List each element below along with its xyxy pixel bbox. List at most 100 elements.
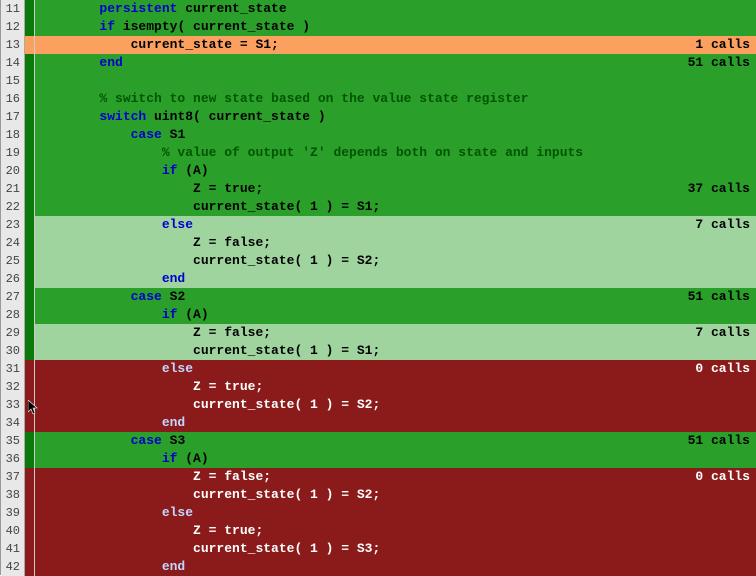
code-line[interactable]: 15 [1,72,756,90]
coverage-marker [25,234,35,252]
code-content[interactable]: else0 calls [35,360,756,378]
code-content[interactable]: case S351 calls [35,432,756,450]
code-content[interactable]: persistent current_state [35,0,756,18]
code-content[interactable]: end [35,558,756,576]
line-number: 30 [1,342,25,360]
coverage-marker [25,360,35,378]
code-line[interactable]: 27 case S251 calls [1,288,756,306]
coverage-marker [25,90,35,108]
call-count: 7 calls [687,216,750,234]
line-number: 42 [1,558,25,576]
code-text: end [37,414,185,432]
code-content[interactable]: % value of output 'Z' depends both on st… [35,144,756,162]
code-line[interactable]: 37 Z = false;0 calls [1,468,756,486]
code-content[interactable] [35,72,756,90]
code-text: if (A) [37,306,209,324]
code-content[interactable]: Z = true; [35,378,756,396]
code-text: if isempty( current_state ) [37,18,310,36]
code-line[interactable]: 23 else7 calls [1,216,756,234]
code-line[interactable]: 11 persistent current_state [1,0,756,18]
code-line[interactable]: 40 Z = true; [1,522,756,540]
coverage-marker [25,414,35,432]
line-number: 13 [1,36,25,54]
code-content[interactable]: Z = true;37 calls [35,180,756,198]
code-line[interactable]: 36 if (A) [1,450,756,468]
line-number: 28 [1,306,25,324]
code-content[interactable]: current_state( 1 ) = S2; [35,252,756,270]
code-line[interactable]: 39 else [1,504,756,522]
code-content[interactable]: else [35,504,756,522]
coverage-marker [25,72,35,90]
code-content[interactable]: if (A) [35,306,756,324]
code-content[interactable]: case S1 [35,126,756,144]
code-line[interactable]: 29 Z = false;7 calls [1,324,756,342]
coverage-marker [25,252,35,270]
coverage-marker [25,306,35,324]
code-line[interactable]: 35 case S351 calls [1,432,756,450]
code-editor[interactable]: 11 persistent current_state12 if isempty… [0,0,756,575]
line-number: 41 [1,540,25,558]
code-line[interactable]: 17 switch uint8( current_state ) [1,108,756,126]
code-text: current_state( 1 ) = S3; [37,540,380,558]
code-content[interactable]: % switch to new state based on the value… [35,90,756,108]
code-content[interactable]: if isempty( current_state ) [35,18,756,36]
code-line[interactable]: 19 % value of output 'Z' depends both on… [1,144,756,162]
code-content[interactable]: Z = false;0 calls [35,468,756,486]
line-number: 11 [1,0,25,18]
code-content[interactable]: current_state( 1 ) = S1; [35,198,756,216]
line-number: 35 [1,432,25,450]
code-content[interactable]: Z = false; [35,234,756,252]
line-number: 23 [1,216,25,234]
code-content[interactable]: switch uint8( current_state ) [35,108,756,126]
code-content[interactable]: case S251 calls [35,288,756,306]
line-number: 40 [1,522,25,540]
code-line[interactable]: 38 current_state( 1 ) = S2; [1,486,756,504]
code-line[interactable]: 14 end51 calls [1,54,756,72]
code-line[interactable]: 34 end [1,414,756,432]
coverage-marker [25,522,35,540]
code-content[interactable]: end [35,414,756,432]
code-line[interactable]: 33 current_state( 1 ) = S2; [1,396,756,414]
code-text: case S2 [37,288,185,306]
code-line[interactable]: 26 end [1,270,756,288]
code-line[interactable]: 32 Z = true; [1,378,756,396]
code-content[interactable]: Z = false;7 calls [35,324,756,342]
code-content[interactable]: else7 calls [35,216,756,234]
code-line[interactable]: 12 if isempty( current_state ) [1,18,756,36]
line-number: 22 [1,198,25,216]
code-content[interactable]: current_state( 1 ) = S3; [35,540,756,558]
code-content[interactable]: current_state( 1 ) = S1; [35,342,756,360]
code-content[interactable]: Z = true; [35,522,756,540]
code-content[interactable]: if (A) [35,162,756,180]
code-line[interactable]: 20 if (A) [1,162,756,180]
code-line[interactable]: 18 case S1 [1,126,756,144]
line-number: 39 [1,504,25,522]
line-number: 31 [1,360,25,378]
code-text: current_state( 1 ) = S2; [37,486,380,504]
code-line[interactable]: 21 Z = true;37 calls [1,180,756,198]
code-line[interactable]: 41 current_state( 1 ) = S3; [1,540,756,558]
code-line[interactable]: 42 end [1,558,756,576]
code-content[interactable]: current_state = S1;1 calls [35,36,756,54]
line-number: 12 [1,18,25,36]
code-text: current_state( 1 ) = S2; [37,396,380,414]
coverage-marker [25,432,35,450]
code-content[interactable]: current_state( 1 ) = S2; [35,486,756,504]
code-line[interactable]: 30 current_state( 1 ) = S1; [1,342,756,360]
code-text: else [37,360,193,378]
code-line[interactable]: 24 Z = false; [1,234,756,252]
code-text: Z = true; [37,522,263,540]
code-content[interactable]: current_state( 1 ) = S2; [35,396,756,414]
code-content[interactable]: if (A) [35,450,756,468]
code-line[interactable]: 13 current_state = S1;1 calls [1,36,756,54]
line-number: 21 [1,180,25,198]
code-line[interactable]: 25 current_state( 1 ) = S2; [1,252,756,270]
code-line[interactable]: 22 current_state( 1 ) = S1; [1,198,756,216]
coverage-marker [25,396,35,414]
code-line[interactable]: 31 else0 calls [1,360,756,378]
code-line[interactable]: 16 % switch to new state based on the va… [1,90,756,108]
code-text: % value of output 'Z' depends both on st… [37,144,583,162]
code-content[interactable]: end [35,270,756,288]
code-content[interactable]: end51 calls [35,54,756,72]
code-line[interactable]: 28 if (A) [1,306,756,324]
